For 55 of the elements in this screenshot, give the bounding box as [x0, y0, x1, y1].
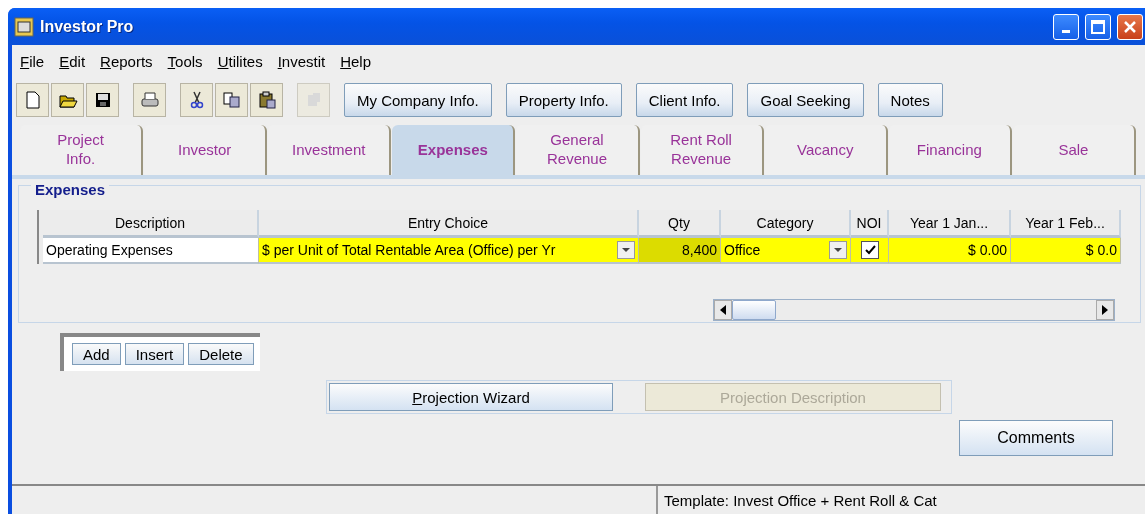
clipboard-icon [256, 90, 277, 110]
table-cell[interactable]: $ 0.0 [1011, 238, 1121, 264]
column-header[interactable]: Category [721, 210, 851, 238]
column-header[interactable]: Year 1 Jan... [889, 210, 1011, 238]
table-cell[interactable]: $ 0.00 [889, 238, 1011, 264]
toolbar-button[interactable]: Client Info. [635, 83, 734, 117]
comments-button[interactable]: Comments [959, 420, 1113, 456]
printer-icon [139, 90, 160, 110]
toolbar-button[interactable] [51, 83, 84, 117]
table-cell[interactable]: Operating Expenses [43, 238, 259, 264]
column-header[interactable]: Description [43, 210, 259, 238]
row-button[interactable]: Delete [188, 343, 254, 365]
column-header[interactable]: Qty [639, 210, 721, 238]
window-title: Investor Pro [40, 17, 135, 36]
projection-wizard-button[interactable]: Projection Wizard [329, 383, 613, 411]
app-icon [14, 16, 34, 37]
scroll-thumb[interactable] [732, 300, 776, 320]
menu-item[interactable]: Edit [59, 53, 86, 73]
dropdown-cell[interactable]: $ per Unit of Total Rentable Area (Office) per Yr [259, 238, 639, 264]
right-arrow-icon [1102, 305, 1108, 315]
close-button[interactable] [1117, 13, 1143, 40]
column-header[interactable]: Year 1 Feb... [1011, 210, 1121, 238]
row-button[interactable]: Insert [124, 343, 185, 365]
scroll-right-button[interactable] [1096, 300, 1114, 320]
table-cell[interactable]: 8,400 [639, 238, 721, 264]
left-arrow-icon [720, 305, 726, 315]
maximize-button[interactable] [1085, 13, 1111, 40]
toolbar-button[interactable] [86, 83, 119, 117]
tab[interactable]: Expenses [392, 125, 516, 175]
toolbar-button[interactable]: Property Info. [505, 83, 622, 117]
maximize-icon [1091, 19, 1105, 34]
menu-item[interactable]: Utilites [217, 53, 263, 73]
column-header[interactable]: Entry Choice [259, 210, 639, 238]
toolbar-button[interactable] [250, 83, 283, 117]
scroll-left-button[interactable] [714, 300, 732, 320]
toolbar-button[interactable]: Notes [877, 83, 943, 117]
dropdown-cell[interactable]: Office [721, 238, 851, 264]
toolbar-button[interactable] [180, 83, 213, 117]
toolbar-button[interactable]: Goal Seeking [747, 83, 864, 117]
check-icon [863, 244, 876, 256]
horizontal-scrollbar[interactable] [713, 299, 1115, 321]
close-icon [1123, 19, 1137, 34]
menu-item[interactable]: Reports [100, 53, 153, 73]
menu-item[interactable]: Help [340, 53, 372, 73]
menu-item[interactable]: File [20, 53, 45, 73]
column-header[interactable]: NOI [851, 210, 889, 238]
row-button[interactable]: Add [72, 343, 121, 365]
noi-checkbox[interactable] [860, 241, 879, 259]
toolbar-button[interactable]: My Company Info. [344, 83, 492, 117]
copy-icon [221, 90, 242, 110]
menu-item[interactable]: Investit [277, 53, 326, 73]
minimize-icon [1062, 30, 1070, 33]
menu-item[interactable]: Tools [167, 53, 203, 73]
minimize-button[interactable] [1053, 13, 1079, 40]
status-text: Template: Invest Office + Rent Roll & Cat [663, 490, 938, 511]
